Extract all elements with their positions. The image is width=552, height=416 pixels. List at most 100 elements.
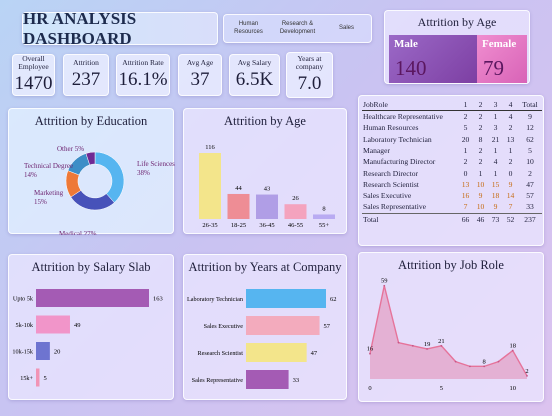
- kpi-avg-salary: Avg Salary 6.5K: [229, 54, 280, 96]
- age-bar-value: 43: [264, 186, 271, 193]
- years-panel: Attrition by Years at Company 62 Laborato…: [183, 254, 347, 400]
- table-cell: 16: [461, 191, 470, 201]
- table-cell: 14: [506, 191, 515, 201]
- table-row: Manager 1 2 1 1 5: [362, 145, 542, 156]
- table-cell: Manager: [363, 145, 390, 155]
- table-row: Sales Executive 16 9 18 14 57: [362, 190, 542, 201]
- table-cell: 10: [476, 179, 485, 189]
- kpi-attrition: Attrition 237: [63, 54, 109, 96]
- hbar: [246, 343, 307, 362]
- table-cell: 8: [478, 134, 483, 144]
- jobrole-point: [369, 352, 371, 355]
- table-header-cell: 2: [473, 100, 488, 111]
- hbar: [246, 289, 326, 308]
- table-cell: 73: [488, 212, 503, 225]
- jobrole-data-label: 18: [509, 343, 516, 350]
- table-cell: Research Director: [363, 168, 419, 178]
- kpi-value: 1470: [14, 73, 53, 95]
- table-cell: 2: [478, 123, 483, 133]
- table-cell: 9: [478, 191, 483, 201]
- kpi-value: 237: [71, 69, 101, 91]
- donut-label: Technical Degree: [24, 162, 73, 170]
- donut-label: Medical 27%: [59, 230, 97, 235]
- age-bar-value: 26: [292, 195, 299, 202]
- nav-sales[interactable]: Sales: [327, 25, 367, 33]
- age-bar-value: 116: [205, 144, 215, 151]
- donut-slice-0: [94, 151, 125, 203]
- male-label: Male: [394, 38, 418, 50]
- donut-label: 38%: [137, 169, 150, 177]
- table-row: Research Scientist 13 10 15 9 47: [362, 179, 542, 190]
- table-cell: 5: [528, 145, 532, 155]
- table-cell: Healthcare Representative: [363, 112, 443, 122]
- hbar-value: 163: [153, 296, 163, 303]
- table-cell: Laboratory Technician: [363, 134, 432, 144]
- age-bar: [284, 204, 307, 219]
- hbar-category-label: 15k+: [20, 375, 33, 382]
- table-cell: 15: [491, 179, 500, 189]
- donut-label: Life Sciences: [137, 160, 175, 168]
- education-panel: Attrition by Education Life Sciences 38% M…: [8, 108, 175, 235]
- table-cell: 1: [463, 145, 468, 155]
- hbar-category-label: Laboratory Technician: [187, 296, 243, 303]
- kpi-attrition-rate: Attrition Rate 16.1%: [116, 54, 170, 96]
- kpi-label: Attrition Rate: [122, 57, 164, 67]
- jobrole-data-label: 16: [367, 346, 374, 353]
- nav-human-resources[interactable]: Human Resources: [229, 21, 269, 37]
- jobrole-point: [383, 284, 386, 287]
- table-cell: 66: [458, 212, 473, 225]
- table-cell: 5: [463, 123, 468, 133]
- donut-label: Marketing: [34, 189, 64, 197]
- table-cell: Sales Executive: [363, 191, 412, 201]
- donut-label: 15%: [34, 198, 47, 206]
- jobrole-data-label: 21: [438, 338, 445, 345]
- table-cell: 2: [508, 157, 513, 167]
- gender-attrition-card: Attrition by Age Male 140 Female 79: [384, 10, 530, 84]
- hbar-value: 62: [330, 296, 337, 303]
- female-label: Female: [482, 38, 517, 50]
- male-value: 140: [395, 56, 427, 80]
- table-cell: 9: [508, 179, 513, 189]
- donut-label: 14%: [24, 171, 37, 179]
- jobrole-point: [440, 344, 443, 347]
- hbar: [246, 316, 320, 335]
- table-cell: 57: [526, 191, 534, 201]
- table-header-cell: Total: [518, 100, 542, 111]
- table-cell: 10: [476, 202, 485, 212]
- jobrole-point: [526, 374, 528, 377]
- nav-research-development[interactable]: Research & Development: [278, 21, 318, 37]
- hbar-category-label: Research Scientist: [197, 350, 243, 357]
- table-row: Research Director 0 1 1 0 2: [362, 167, 542, 178]
- donut-label: Other 5%: [57, 145, 84, 153]
- table-cell: 9: [528, 112, 532, 122]
- age-tick-label: 36-45: [259, 222, 274, 229]
- kpi-label: Avg Age: [186, 57, 214, 67]
- hbar: [36, 368, 40, 387]
- hbar: [36, 315, 70, 334]
- kpi-value: 7.0: [297, 73, 322, 95]
- table-cell: 1: [493, 145, 498, 155]
- table-cell: 4: [508, 112, 513, 122]
- table-cell: 4: [493, 157, 498, 167]
- hbar-value: 57: [324, 323, 331, 330]
- table-cell: 13: [506, 134, 515, 144]
- table-header-cell: JobRole: [362, 100, 458, 111]
- table-header-cell: 4: [503, 100, 518, 111]
- table-cell: 0: [508, 168, 513, 178]
- table-cell: 7: [463, 202, 468, 212]
- table-cell: 62: [526, 134, 534, 144]
- table-cell: Sales Representative: [363, 202, 427, 212]
- kpi-label: Overall Employee: [18, 53, 49, 71]
- table-cell: 2: [463, 157, 468, 167]
- kpi-value: 16.1%: [118, 69, 168, 91]
- female-value: 79: [483, 56, 504, 80]
- table-row: Human Resources 5 2 3 2 12: [362, 122, 542, 133]
- table-cell: 18: [491, 191, 500, 201]
- hbar-category-label: Upto 5k: [13, 296, 34, 303]
- age-bar: [227, 193, 250, 219]
- kpi-overall-employee: Overall Employee 1470: [12, 54, 55, 96]
- table-cell: Human Resources: [363, 123, 419, 133]
- hbar-value: 20: [54, 349, 61, 356]
- age-bar: [313, 214, 335, 219]
- hbar: [36, 289, 149, 307]
